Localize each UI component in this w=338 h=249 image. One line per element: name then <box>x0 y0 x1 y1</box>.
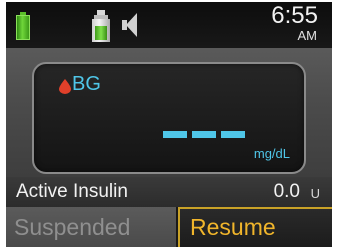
active-insulin-row: Active Insulin 0.0 U <box>6 177 332 207</box>
active-insulin-label: Active Insulin <box>16 181 128 202</box>
main-area: BG mg/dL <box>6 48 332 177</box>
bg-unit: mg/dL <box>253 146 290 161</box>
blood-drop-icon <box>59 79 71 94</box>
active-insulin-unit: U <box>310 186 320 201</box>
bottom-button-bar: Suspended Resume <box>6 207 332 247</box>
bg-dash <box>192 131 216 138</box>
speaker-icon <box>122 13 138 37</box>
bg-dash <box>221 131 245 138</box>
clock-time: 6:55 <box>271 2 318 29</box>
battery-full-icon <box>16 12 30 40</box>
bg-dash <box>163 131 187 138</box>
clock-ampm: AM <box>297 28 318 43</box>
bg-value-no-reading <box>163 131 245 138</box>
pump-screen: 6:55 AM BG mg/dL Active Insulin 0.0 U Su… <box>6 2 332 247</box>
active-insulin-value: 0.0 <box>273 181 300 202</box>
insulin-reservoir-icon <box>92 10 110 42</box>
bg-label: BG <box>72 73 101 95</box>
bg-panel[interactable]: BG mg/dL <box>32 62 306 174</box>
suspended-button[interactable]: Suspended <box>6 207 176 247</box>
resume-button[interactable]: Resume <box>178 207 332 247</box>
status-bar: 6:55 AM <box>6 2 332 48</box>
